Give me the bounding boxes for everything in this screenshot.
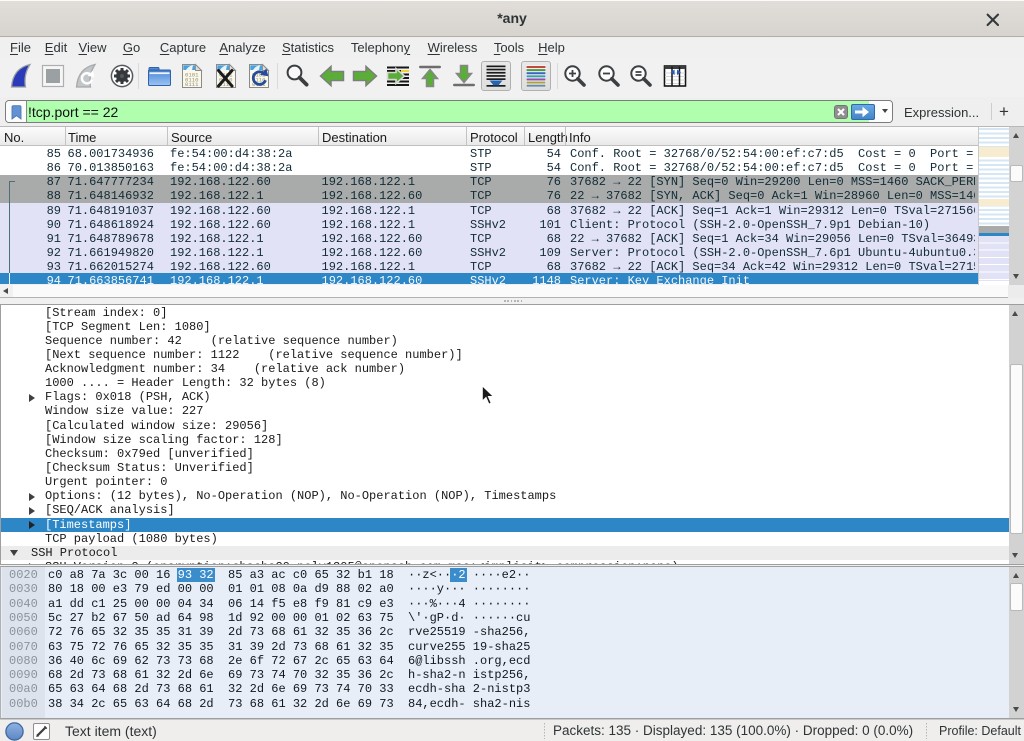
svg-text:0111: 0111 — [185, 81, 199, 88]
